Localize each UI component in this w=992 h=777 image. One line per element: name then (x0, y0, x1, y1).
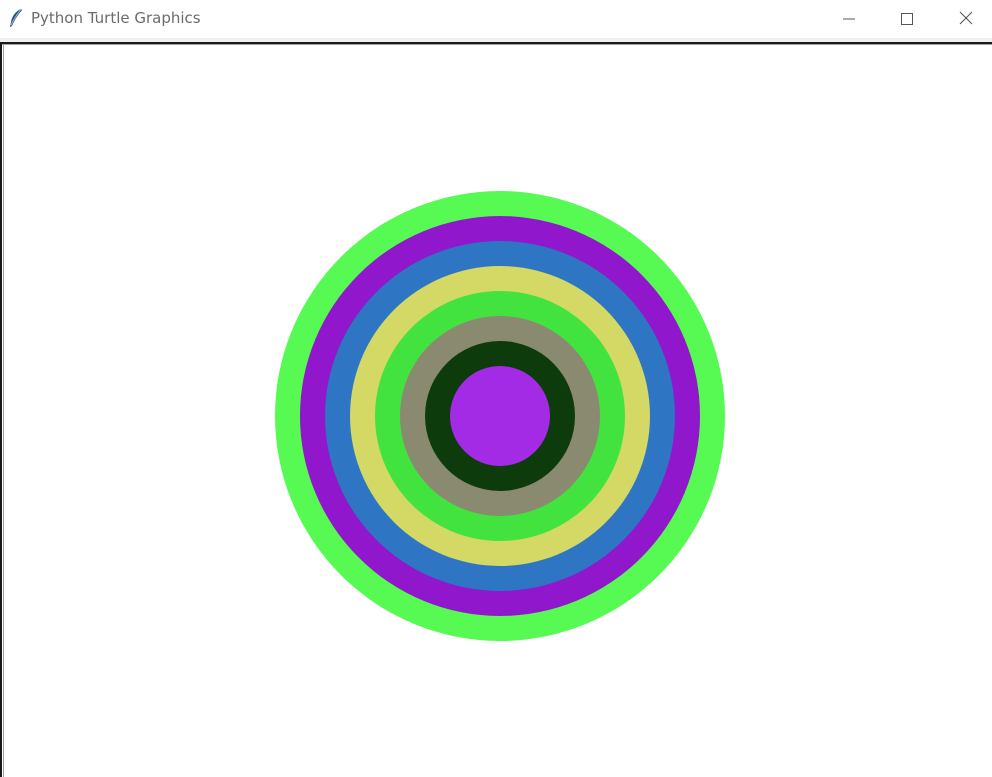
concentric-rings-drawing (275, 191, 725, 641)
turtle-window: Python Turtle Graphics (0, 0, 992, 777)
ring-8-center (450, 366, 550, 466)
